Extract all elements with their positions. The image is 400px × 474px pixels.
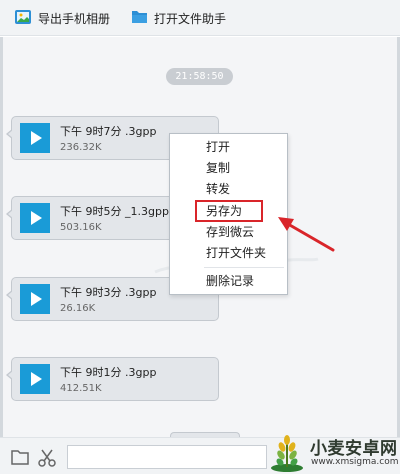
menu-separator [204, 267, 284, 268]
context-menu: 打开 复制 转发 另存为 存到微云 打开文件夹 删除记录 [169, 133, 288, 295]
top-toolbar: 导出手机相册 打开文件助手 [0, 0, 400, 36]
watermark-name: 小麦安卓网 [310, 439, 398, 459]
audio-filename: 下午 9时3分 .3gpp [60, 286, 157, 299]
menu-item-open-folder[interactable]: 打开文件夹 [170, 243, 287, 264]
message-timestamp: 21:58:50 [166, 68, 233, 85]
audio-filename: 下午 9时7分 .3gpp [60, 125, 157, 138]
scissors-icon[interactable] [37, 448, 57, 468]
audio-filesize: 503.16K [60, 222, 102, 233]
photo-album-icon [14, 9, 32, 28]
open-file-assistant-label: 打开文件助手 [154, 11, 227, 26]
folder-icon[interactable] [10, 448, 30, 468]
play-icon[interactable] [20, 203, 50, 233]
open-file-assistant-button[interactable]: 打开文件助手 [131, 8, 226, 28]
menu-item-save-to-weiyun[interactable]: 存到微云 [170, 222, 287, 243]
play-icon[interactable] [20, 123, 50, 153]
menu-item-copy[interactable]: 复制 [170, 158, 287, 179]
menu-item-forward[interactable]: 转发 [170, 179, 287, 200]
watermark-url: www.xmsigma.com [311, 457, 399, 467]
folder-icon [131, 9, 148, 27]
window-edge-left [0, 37, 3, 437]
wheat-logo-icon [271, 435, 303, 472]
highlight-box [195, 200, 263, 222]
menu-item-delete-record[interactable]: 删除记录 [170, 271, 287, 292]
audio-filesize: 236.32K [60, 142, 102, 153]
audio-filesize: 26.16K [60, 303, 96, 314]
play-icon[interactable] [20, 364, 50, 394]
audio-filename: 下午 9时5分 _1.3gpp [60, 205, 169, 218]
export-album-button[interactable]: 导出手机相册 [14, 8, 110, 28]
audio-message[interactable]: 下午 9时1分 .3gpp 412.51K [6, 357, 219, 401]
audio-filesize: 412.51K [60, 383, 102, 394]
play-icon[interactable] [20, 284, 50, 314]
audio-filename: 下午 9时1分 .3gpp [60, 366, 157, 379]
chat-area[interactable]: 21:58:50 下午 9时7分 .3gpp 236.32K 下午 9时5分 _… [0, 37, 400, 437]
message-input[interactable] [67, 445, 267, 469]
export-album-label: 导出手机相册 [38, 11, 111, 26]
annotation-arrow-icon [278, 217, 335, 252]
menu-item-open[interactable]: 打开 [170, 137, 287, 158]
watermark-logo: 小麦安卓网 www.xmsigma.com [264, 432, 400, 474]
